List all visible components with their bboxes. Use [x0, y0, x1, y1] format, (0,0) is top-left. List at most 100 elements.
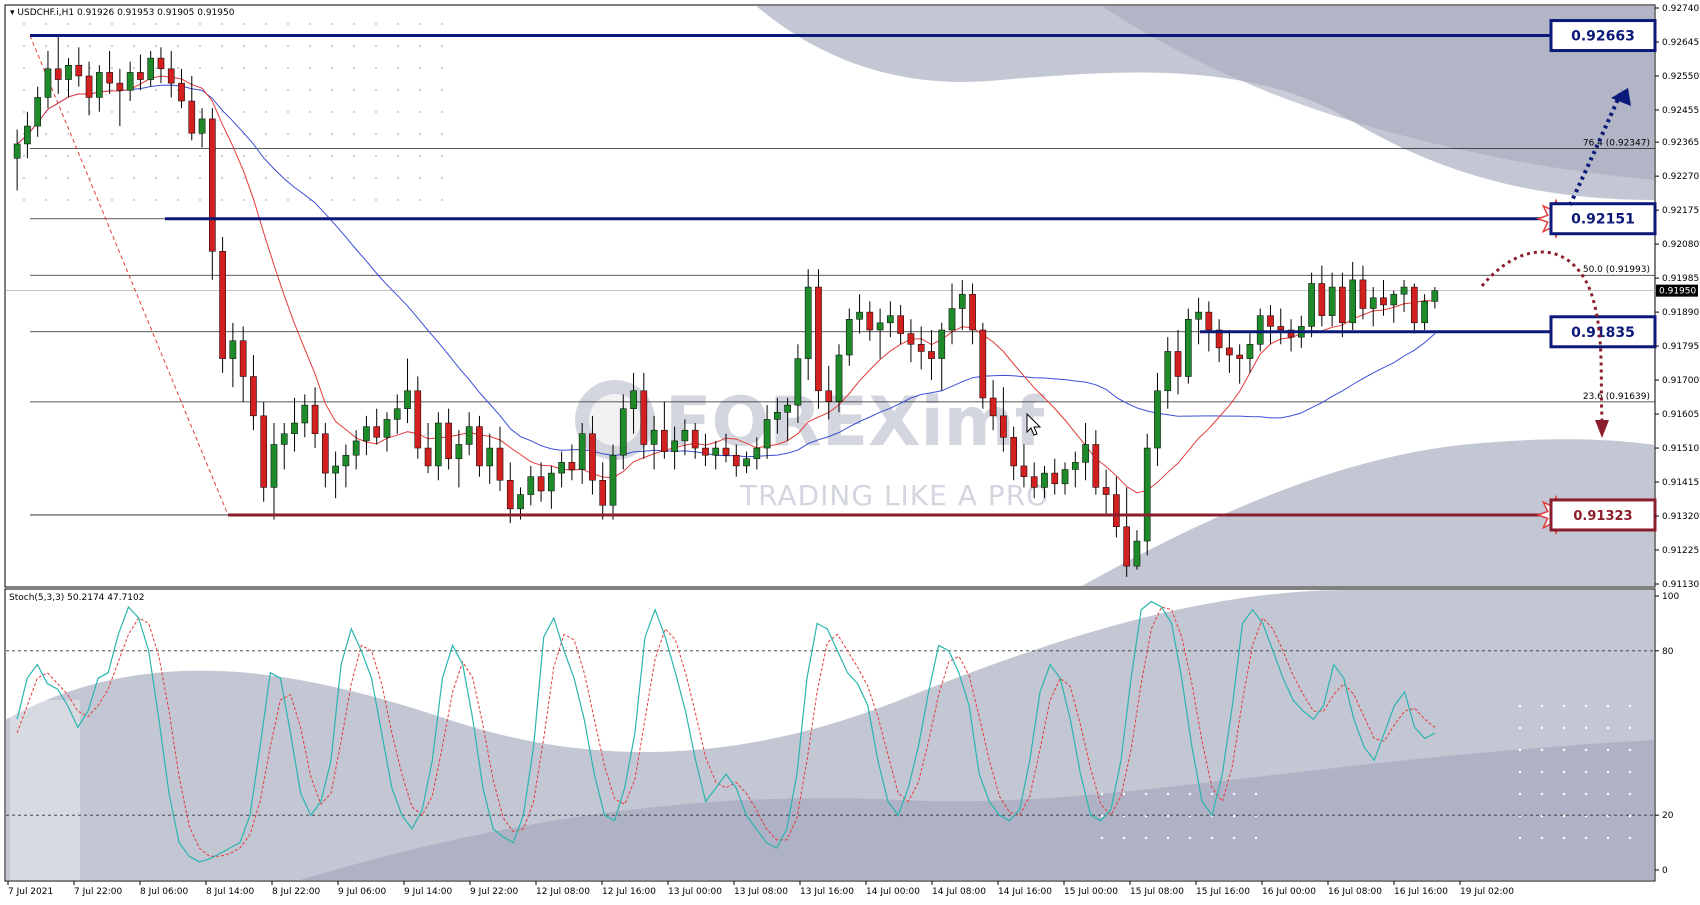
candle-body [404, 390, 411, 409]
candle-body [743, 458, 750, 467]
candle-body [486, 447, 494, 467]
price-tick-label: 0.92080 [1662, 240, 1699, 250]
candle-body [116, 82, 124, 91]
candle-body [219, 251, 226, 359]
candle-body [568, 462, 576, 470]
candle-body [1010, 437, 1017, 467]
candle-body [1400, 286, 1408, 295]
candle-body [1328, 286, 1336, 316]
date-tick-label: 16 Jul 16:00 [1394, 887, 1448, 897]
candle-body [969, 293, 976, 331]
candle-body [1339, 286, 1346, 324]
candle-body [1102, 487, 1110, 495]
candle-body [147, 57, 155, 80]
candle-body [1421, 301, 1428, 324]
price-tick-label: 0.92740 [1662, 4, 1699, 14]
candle-body [311, 404, 319, 434]
price-tick-label: 0.91795 [1662, 342, 1699, 352]
candle-body [126, 72, 134, 91]
price-tick-label: 0.92550 [1662, 72, 1699, 82]
candle-body [455, 444, 463, 460]
price-axis: 0.92740 0.92645 0.92550 0.92455 0.92365 0.922… [1655, 4, 1699, 590]
candle [260, 401, 268, 502]
candle-body [1246, 344, 1254, 359]
candle-body [1195, 311, 1202, 320]
price-tick-label: 0.92175 [1662, 206, 1699, 216]
candle-body [1410, 286, 1418, 324]
candle-body [1390, 293, 1398, 306]
fib-label: 50.0 (0.91993) [1583, 265, 1650, 275]
candle-body [866, 311, 874, 331]
candle-body [599, 479, 607, 506]
date-tick-label: 9 Jul 06:00 [338, 887, 387, 897]
candle-body [496, 447, 504, 481]
candle-body [691, 429, 699, 449]
level-label: 0.91835 [1571, 325, 1635, 341]
candle-body [1071, 462, 1079, 470]
price-tick-label: 0.91510 [1662, 444, 1699, 454]
candle-body [804, 286, 812, 359]
candle-body [1020, 465, 1028, 477]
candle-body [774, 412, 781, 420]
candle-body [558, 462, 565, 474]
date-tick-label: 13 Jul 00:00 [668, 887, 722, 897]
candle-body [763, 419, 771, 449]
candle-body [301, 404, 309, 424]
candle-body [178, 82, 185, 102]
price-tick-label: 0.91890 [1662, 308, 1699, 318]
date-tick-label: 19 Jul 02:00 [1460, 887, 1514, 897]
candle-body [188, 100, 196, 134]
candle-body [1133, 540, 1141, 567]
candle-body [1154, 390, 1161, 449]
candle-body [1308, 283, 1315, 327]
date-tick-label: 14 Jul 00:00 [866, 887, 920, 897]
candle-body [65, 64, 72, 80]
candle-body [383, 419, 391, 438]
candle-body [784, 404, 791, 413]
level-label: 0.92151 [1571, 212, 1635, 228]
candle-body [1431, 290, 1439, 302]
candle-body [825, 390, 833, 402]
candle-body [1256, 315, 1264, 345]
candle-body [1205, 311, 1213, 331]
candle-body [13, 143, 21, 159]
candle-body [876, 322, 884, 331]
price-tick-label: 0.92455 [1662, 106, 1699, 116]
candle-body [702, 447, 709, 456]
candle-body [260, 415, 268, 488]
date-tick-label: 16 Jul 00:00 [1262, 887, 1316, 897]
candle-body [34, 97, 42, 127]
candle-body [897, 315, 904, 334]
candle-body [1164, 351, 1172, 392]
stoch-tick-label: 80 [1662, 647, 1674, 657]
candle-body [1000, 415, 1007, 438]
candle-body [722, 447, 730, 456]
candle-body [393, 408, 401, 420]
candle-body [54, 68, 62, 80]
candle-body [1051, 472, 1059, 485]
candle-body [958, 293, 966, 309]
date-tick-label: 16 Jul 08:00 [1328, 887, 1382, 897]
candle-body [1184, 319, 1192, 377]
candle-body [1349, 279, 1357, 324]
candle [219, 236, 226, 373]
date-tick-label: 8 Jul 06:00 [140, 887, 189, 897]
candle-body [794, 358, 802, 406]
candle-body [938, 329, 946, 359]
level-label: 0.92663 [1571, 29, 1635, 45]
candle-body [815, 286, 822, 392]
price-tick-label: 0.91415 [1662, 478, 1699, 488]
candle-body [609, 454, 617, 506]
candle-body [661, 429, 668, 452]
candle-body [239, 340, 247, 377]
candle-body [1359, 279, 1367, 309]
date-tick-label: 15 Jul 00:00 [1064, 887, 1118, 897]
candle-body [1113, 494, 1120, 528]
candle-body [95, 72, 103, 98]
candle [979, 322, 987, 409]
candle-body [753, 447, 761, 460]
candle-body [106, 72, 113, 84]
candle-body [322, 433, 329, 474]
date-tick-label: 8 Jul 22:00 [272, 887, 321, 897]
candle-body [1226, 347, 1233, 356]
